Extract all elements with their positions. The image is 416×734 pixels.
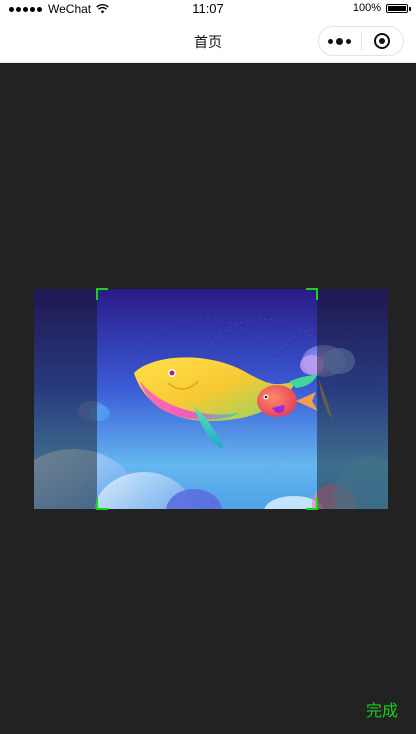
crop-frame[interactable] bbox=[96, 288, 318, 510]
nav-bar: 首页 bbox=[0, 20, 416, 63]
battery-percent: 100% bbox=[352, 2, 381, 14]
close-miniprogram-button[interactable] bbox=[362, 27, 404, 55]
crop-handle-bottom-right[interactable] bbox=[306, 498, 318, 510]
crop-mask-left bbox=[34, 289, 97, 509]
crop-handle-bottom-left[interactable] bbox=[96, 498, 108, 510]
battery-status: 100% bbox=[352, 2, 411, 14]
crop-handle-top-left[interactable] bbox=[96, 288, 108, 300]
status-bar: WeChat 11:07 100% bbox=[0, 0, 416, 20]
crop-mask-right bbox=[317, 289, 388, 509]
miniprogram-close-icon bbox=[374, 33, 391, 49]
more-dots-icon bbox=[328, 37, 352, 45]
done-button[interactable]: 完成 bbox=[366, 697, 398, 721]
miniprogram-capsule bbox=[318, 26, 404, 56]
battery-icon bbox=[386, 3, 411, 13]
more-button[interactable] bbox=[319, 27, 361, 55]
crop-handle-top-right[interactable] bbox=[306, 288, 318, 300]
